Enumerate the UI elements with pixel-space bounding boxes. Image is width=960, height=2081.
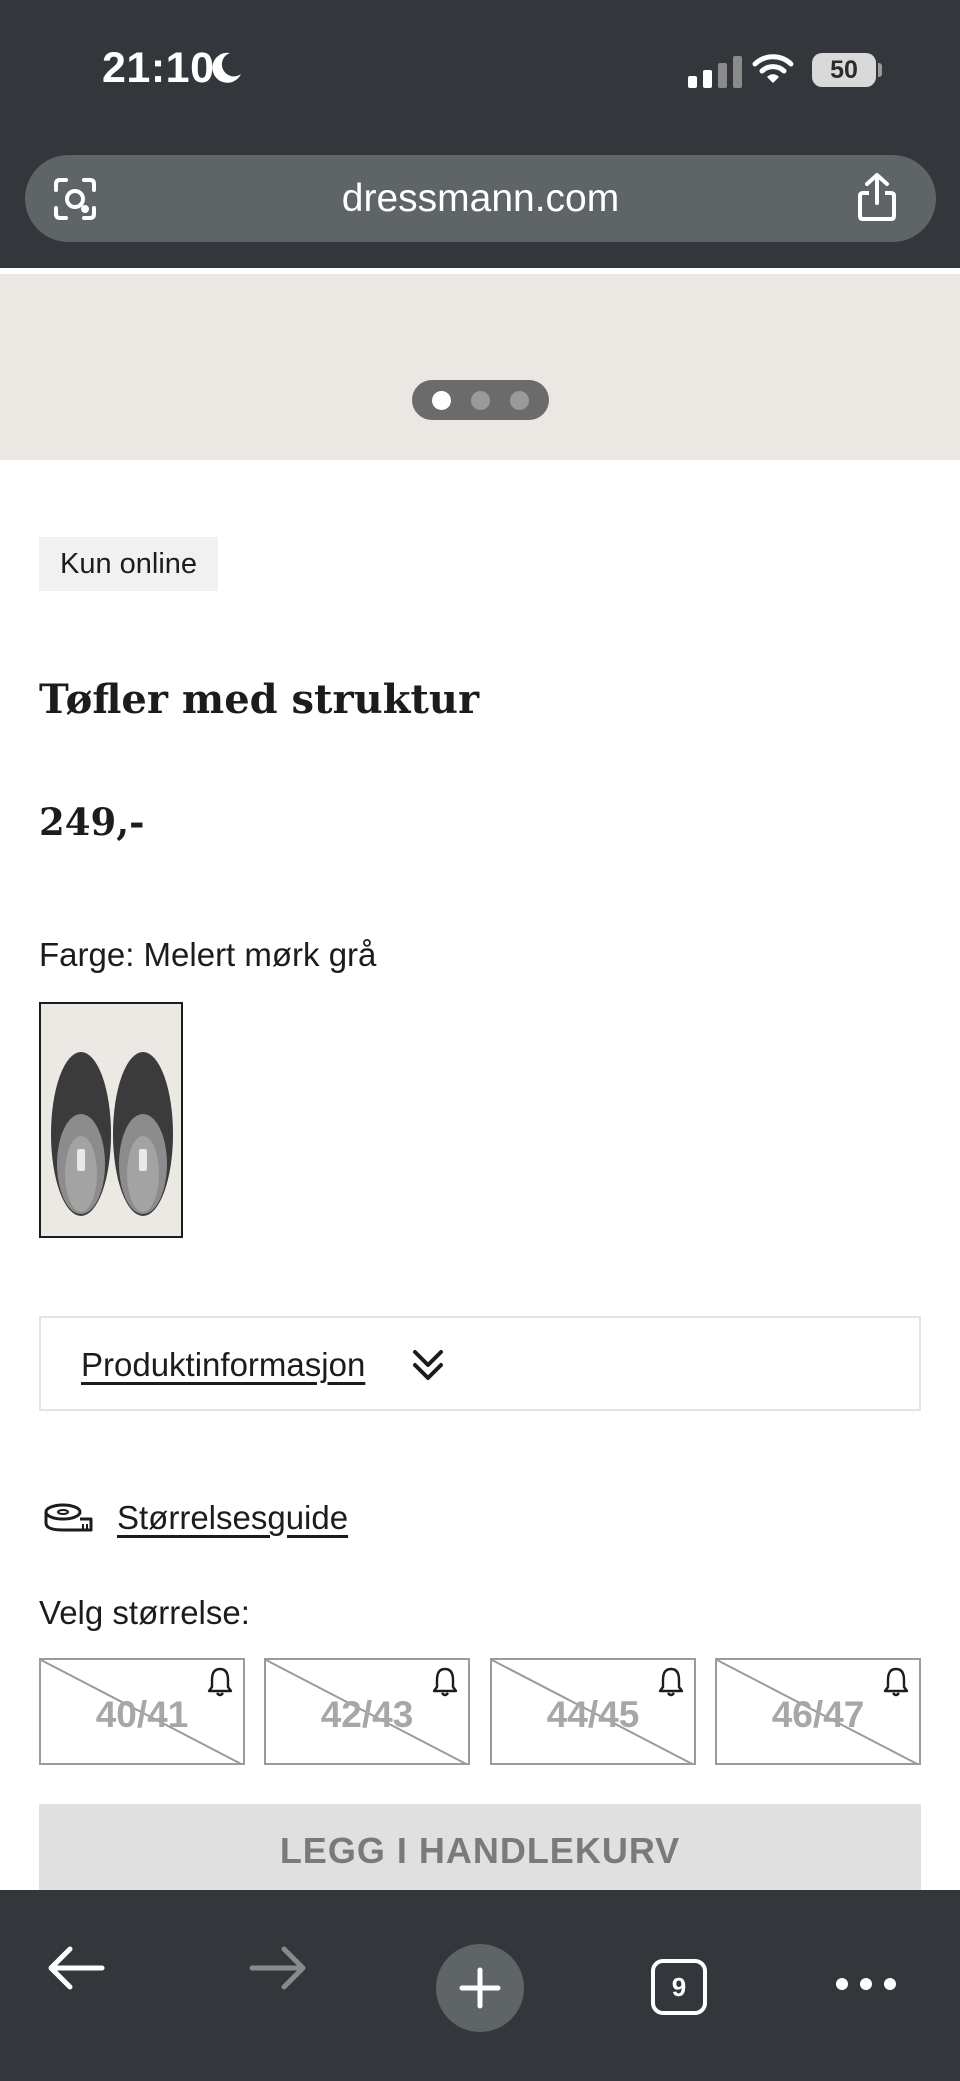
online-only-badge: Kun online xyxy=(39,537,219,591)
product-image-carousel[interactable] xyxy=(0,274,960,460)
carousel-indicator[interactable] xyxy=(412,380,549,420)
bell-icon[interactable] xyxy=(883,1666,909,1698)
size-option-label: 44/45 xyxy=(546,1694,640,1735)
size-option-label: 40/41 xyxy=(95,1694,189,1735)
add-to-cart-button[interactable]: LEGG I HANDLEKURV xyxy=(39,1804,921,1904)
new-tab-button[interactable] xyxy=(436,1944,524,2032)
size-option-46-47[interactable]: 46/47 xyxy=(715,1658,921,1765)
camera-search-icon[interactable] xyxy=(52,176,98,222)
back-arrow-icon[interactable] xyxy=(44,1942,108,1994)
browser-top-chrome: 21:10 50 dressmann.com xyxy=(0,0,960,268)
size-option-label: 46/47 xyxy=(771,1694,865,1735)
product-title: Tøfler med struktur xyxy=(39,676,480,723)
add-to-cart-label[interactable]: LEGG I HANDLEKURV xyxy=(39,1830,921,1872)
color-label: Farge: Melert mørk grå xyxy=(39,936,377,973)
measuring-tape-icon xyxy=(44,1503,93,1532)
more-icon[interactable] xyxy=(836,1978,896,1990)
slipper-thumbnail xyxy=(41,1004,181,1236)
bell-icon[interactable] xyxy=(207,1666,233,1698)
size-option-44-45[interactable]: 44/45 xyxy=(490,1658,696,1765)
moon-icon xyxy=(212,52,241,83)
product-info-accordion[interactable]: Produktinformasjon xyxy=(39,1316,921,1411)
cellular-signal-icon xyxy=(688,56,742,88)
choose-size-label: Velg størrelse: xyxy=(39,1594,250,1631)
separator-line xyxy=(0,268,960,271)
color-swatch-dark-grey[interactable] xyxy=(39,1002,183,1238)
carousel-dot-2[interactable] xyxy=(471,390,490,410)
status-time: 21:10 xyxy=(102,44,215,92)
carousel-dot-3[interactable] xyxy=(510,390,529,410)
tabs-icon[interactable]: 9 xyxy=(651,1959,707,2015)
size-selector: 40/41 42/43 44/45 46/47 xyxy=(39,1658,921,1765)
url-text[interactable]: dressmann.com xyxy=(25,155,936,242)
bell-icon[interactable] xyxy=(658,1666,684,1698)
size-option-40-41[interactable]: 40/41 xyxy=(39,1658,245,1765)
battery-nub xyxy=(878,63,882,77)
bell-icon[interactable] xyxy=(432,1666,458,1698)
url-bar[interactable]: dressmann.com xyxy=(25,155,936,242)
browser-bottom-toolbar: 9 xyxy=(0,1890,960,2081)
product-price: 249,- xyxy=(39,800,145,844)
size-guide-label[interactable]: Størrelsesguide xyxy=(117,1499,348,1537)
carousel-dot-1[interactable] xyxy=(432,390,451,410)
battery-icon: 50 xyxy=(812,53,876,87)
forward-arrow-icon[interactable] xyxy=(246,1942,310,1994)
share-icon[interactable] xyxy=(855,171,899,223)
new-tab-plus-icon xyxy=(459,1967,501,2009)
double-chevron-down-icon[interactable] xyxy=(411,1346,445,1384)
size-option-label: 42/43 xyxy=(320,1694,414,1735)
size-option-42-43[interactable]: 42/43 xyxy=(264,1658,470,1765)
wifi-icon xyxy=(752,54,794,83)
product-info-label[interactable]: Produktinformasjon xyxy=(81,1346,365,1384)
